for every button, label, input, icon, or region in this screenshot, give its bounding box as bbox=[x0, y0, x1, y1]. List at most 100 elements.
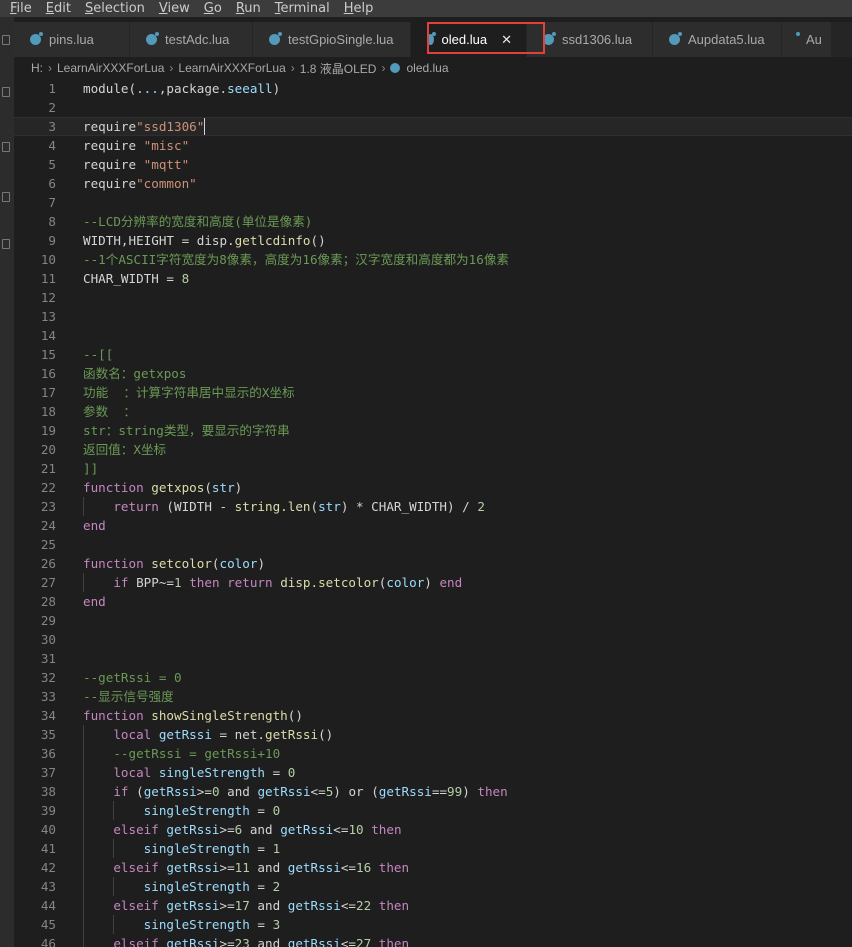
code-token: --显示信号强度 bbox=[83, 689, 174, 704]
code-line[interactable]: 1 module(...,package.seeall) bbox=[14, 79, 852, 98]
code-token: ,package. bbox=[158, 81, 228, 96]
code-line[interactable]: 5 require "mqtt" bbox=[14, 155, 852, 174]
tab-oled[interactable]: oled.lua ✕ bbox=[411, 22, 527, 57]
code-token: 2 bbox=[477, 499, 485, 514]
source-control-icon[interactable] bbox=[2, 142, 10, 152]
tab-aupdata5[interactable]: Aupdata5.lua bbox=[653, 22, 782, 57]
tab-ssd1306[interactable]: ssd1306.lua bbox=[527, 22, 653, 57]
code-line[interactable]: 29 bbox=[14, 611, 852, 630]
breadcrumb-item[interactable]: 1.8 液晶OLED bbox=[300, 60, 377, 77]
code-line[interactable]: 46 elseif getRssi>=23 and getRssi<=27 th… bbox=[14, 934, 852, 947]
breadcrumb-item[interactable]: oled.lua bbox=[406, 61, 448, 75]
line-code: local singleStrength = 0 bbox=[83, 763, 295, 782]
code-line[interactable]: 27 if BPP~=1 then return disp.setcolor(c… bbox=[14, 573, 852, 592]
code-line[interactable]: 8 --LCD分辨率的宽度和高度(单位是像素) bbox=[14, 212, 852, 231]
code-token: 0 bbox=[211, 784, 220, 799]
code-token: if bbox=[113, 784, 137, 799]
code-line[interactable]: 4 require "misc" bbox=[14, 136, 852, 155]
code-line[interactable]: 25 bbox=[14, 535, 852, 554]
code-line[interactable]: 28 end bbox=[14, 592, 852, 611]
code-line[interactable]: 9 WIDTH,HEIGHT = disp.getlcdinfo() bbox=[14, 231, 852, 250]
menu-view[interactable]: View bbox=[159, 1, 190, 16]
tab-pins[interactable]: pins.lua bbox=[14, 22, 130, 57]
breadcrumb-item[interactable]: LearnAirXXXForLua bbox=[178, 61, 285, 75]
line-code: 功能 ：计算字符串居中显示的X坐标 bbox=[83, 383, 295, 402]
code-line[interactable]: 3 require"ssd1306" bbox=[14, 117, 852, 136]
line-number: 4 bbox=[48, 138, 56, 153]
line-number: 29 bbox=[40, 613, 56, 628]
line-number: 42 bbox=[40, 860, 56, 875]
code-line[interactable]: 39 singleStrength = 0 bbox=[14, 801, 852, 820]
code-line[interactable]: 38 if (getRssi>=0 and getRssi<=5) or (ge… bbox=[14, 782, 852, 801]
line-code: elseif getRssi>=17 and getRssi<=22 then bbox=[83, 896, 409, 915]
code-line[interactable]: 12 bbox=[14, 288, 852, 307]
lua-file-icon bbox=[543, 32, 556, 45]
close-icon[interactable]: ✕ bbox=[501, 32, 512, 48]
code-line[interactable]: 44 elseif getRssi>=17 and getRssi<=22 th… bbox=[14, 896, 852, 915]
code-line[interactable]: 7 bbox=[14, 193, 852, 212]
code-line[interactable]: 30 bbox=[14, 630, 852, 649]
code-line[interactable]: 26 function setcolor(color) bbox=[14, 554, 852, 573]
code-line[interactable]: 45 singleStrength = 3 bbox=[14, 915, 852, 934]
menu-go[interactable]: Go bbox=[204, 1, 222, 16]
code-line[interactable]: 32 --getRssi = 0 bbox=[14, 668, 852, 687]
code-line[interactable]: 23 return (WIDTH - string.len(str) * CHA… bbox=[14, 497, 852, 516]
code-line[interactable]: 42 elseif getRssi>=11 and getRssi<=16 th… bbox=[14, 858, 852, 877]
editor-tabs: pins.lua testAdc.lua testGpioSingle.lua ole… bbox=[14, 22, 852, 57]
code-line[interactable]: 36 --getRssi = getRssi+10 bbox=[14, 744, 852, 763]
extensions-icon[interactable] bbox=[2, 239, 10, 249]
menu-file[interactable]: File bbox=[10, 1, 32, 16]
code-line[interactable]: 24 end bbox=[14, 516, 852, 535]
code-line[interactable]: 18 参数 ： bbox=[14, 402, 852, 421]
menu-terminal[interactable]: Terminal bbox=[275, 1, 330, 16]
code-line[interactable]: 16 函数名：getxpos bbox=[14, 364, 852, 383]
code-line[interactable]: 41 singleStrength = 1 bbox=[14, 839, 852, 858]
code-token: 返回值：X坐标 bbox=[83, 442, 167, 457]
code-line[interactable]: 34 function showSingleStrength() bbox=[14, 706, 852, 725]
code-line[interactable]: 13 bbox=[14, 307, 852, 326]
breadcrumb-item[interactable]: H: bbox=[31, 61, 43, 75]
line-code: end bbox=[83, 516, 106, 535]
menu-edit[interactable]: Edit bbox=[46, 1, 71, 16]
code-line[interactable]: 40 elseif getRssi>=6 and getRssi<=10 the… bbox=[14, 820, 852, 839]
breadcrumb-item[interactable]: LearnAirXXXForLua bbox=[57, 61, 164, 75]
code-line[interactable]: 10 --1个ASCII字符宽度为8像素，高度为16像素；汉字宽度和高度都为16像… bbox=[14, 250, 852, 269]
menu-help[interactable]: Help bbox=[344, 1, 374, 16]
code-line[interactable]: 14 bbox=[14, 326, 852, 345]
code-line[interactable]: 37 local singleStrength = 0 bbox=[14, 763, 852, 782]
code-line[interactable]: 6 require"common" bbox=[14, 174, 852, 193]
code-token: 0 bbox=[287, 765, 296, 780]
tab-testgpiosingle[interactable]: testGpioSingle.lua bbox=[253, 22, 411, 57]
code-line[interactable]: 22 function getxpos(str) bbox=[14, 478, 852, 497]
line-number: 38 bbox=[40, 784, 56, 799]
explorer-icon[interactable] bbox=[2, 35, 10, 45]
line-number: 11 bbox=[40, 271, 56, 286]
code-line[interactable]: 21]] bbox=[14, 459, 852, 478]
code-token: ( bbox=[310, 499, 319, 514]
code-line[interactable]: 19 str：string类型，要显示的字符串 bbox=[14, 421, 852, 440]
code-line[interactable]: 35 local getRssi = net.getRssi() bbox=[14, 725, 852, 744]
line-code: --LCD分辨率的宽度和高度(单位是像素) bbox=[83, 212, 312, 231]
line-number: 1 bbox=[48, 81, 56, 96]
code-line[interactable]: 43 singleStrength = 2 bbox=[14, 877, 852, 896]
code-line[interactable]: 11 CHAR_WIDTH = 8 bbox=[14, 269, 852, 288]
code-line[interactable]: 2 bbox=[14, 98, 852, 117]
code-token: ) bbox=[234, 480, 243, 495]
menu-run[interactable]: Run bbox=[236, 1, 261, 16]
code-line[interactable]: 17 功能 ：计算字符串居中显示的X坐标 bbox=[14, 383, 852, 402]
line-code: --显示信号强度 bbox=[83, 687, 174, 706]
menu-selection[interactable]: Selection bbox=[85, 1, 145, 16]
code-line[interactable]: 15 --[[ bbox=[14, 345, 852, 364]
tab-testadc[interactable]: testAdc.lua bbox=[130, 22, 253, 57]
code-token: getRssi bbox=[287, 860, 341, 875]
tab-au[interactable]: Au bbox=[782, 22, 832, 57]
code-line[interactable]: 33 --显示信号强度 bbox=[14, 687, 852, 706]
search-icon[interactable] bbox=[2, 87, 10, 97]
code-line[interactable]: 20 返回值：X坐标 bbox=[14, 440, 852, 459]
line-code: require"ssd1306" bbox=[83, 117, 204, 136]
code-editor[interactable]: 1 module(...,package.seeall) 2 3 require"ssd… bbox=[14, 79, 852, 947]
code-token: getlcdinfo bbox=[234, 233, 311, 248]
run-icon[interactable] bbox=[2, 192, 10, 202]
breadcrumb-separator: › bbox=[381, 61, 386, 75]
code-line[interactable]: 31 bbox=[14, 649, 852, 668]
